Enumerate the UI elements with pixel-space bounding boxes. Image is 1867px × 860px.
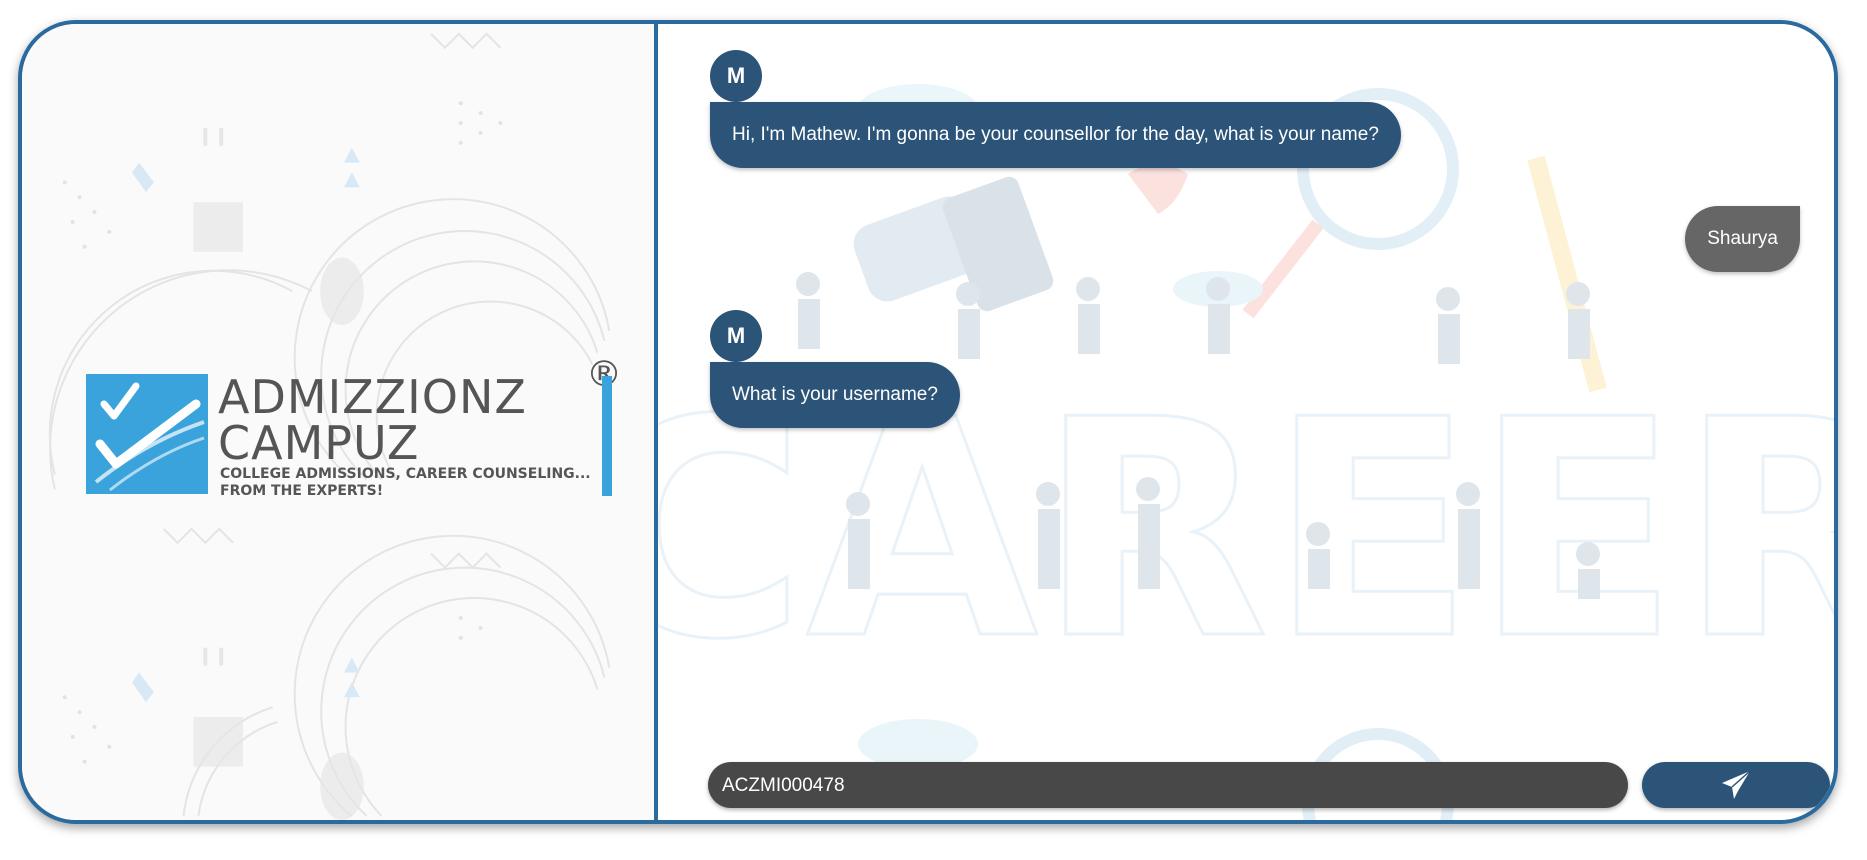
user-message: Shaurya (1685, 206, 1800, 272)
brand-name-line2: CAMPUZ (218, 416, 420, 470)
brand-accent-bar (602, 376, 612, 496)
brand-tagline-line2: FROM THE EXPERTS! (220, 483, 384, 499)
send-button[interactable] (1642, 762, 1830, 808)
bot-message: What is your username? (710, 362, 960, 428)
brand-logo: ADMIZZIONZ CAMPUZ ® COLLEGE ADMISSIONS, … (86, 354, 622, 499)
checkmark-logo-icon (86, 374, 208, 494)
app-frame: ADMIZZIONZ CAMPUZ ® COLLEGE ADMISSIONS, … (18, 20, 1838, 824)
brand-name-line1: ADMIZZIONZ (218, 370, 527, 424)
bot-avatar: M (710, 50, 762, 102)
chat-panel: CAREER (658, 24, 1834, 820)
bot-avatar: M (710, 310, 762, 362)
brand-panel: ADMIZZIONZ CAMPUZ ® COLLEGE ADMISSIONS, … (22, 24, 654, 820)
message-input[interactable] (720, 762, 1614, 810)
message-input-container (708, 762, 1628, 810)
bot-message: Hi, I'm Mathew. I'm gonna be your counse… (710, 102, 1401, 168)
paper-plane-icon (1722, 770, 1751, 799)
brand-tagline-line1: COLLEGE ADMISSIONS, CAREER COUNSELING... (220, 466, 591, 482)
